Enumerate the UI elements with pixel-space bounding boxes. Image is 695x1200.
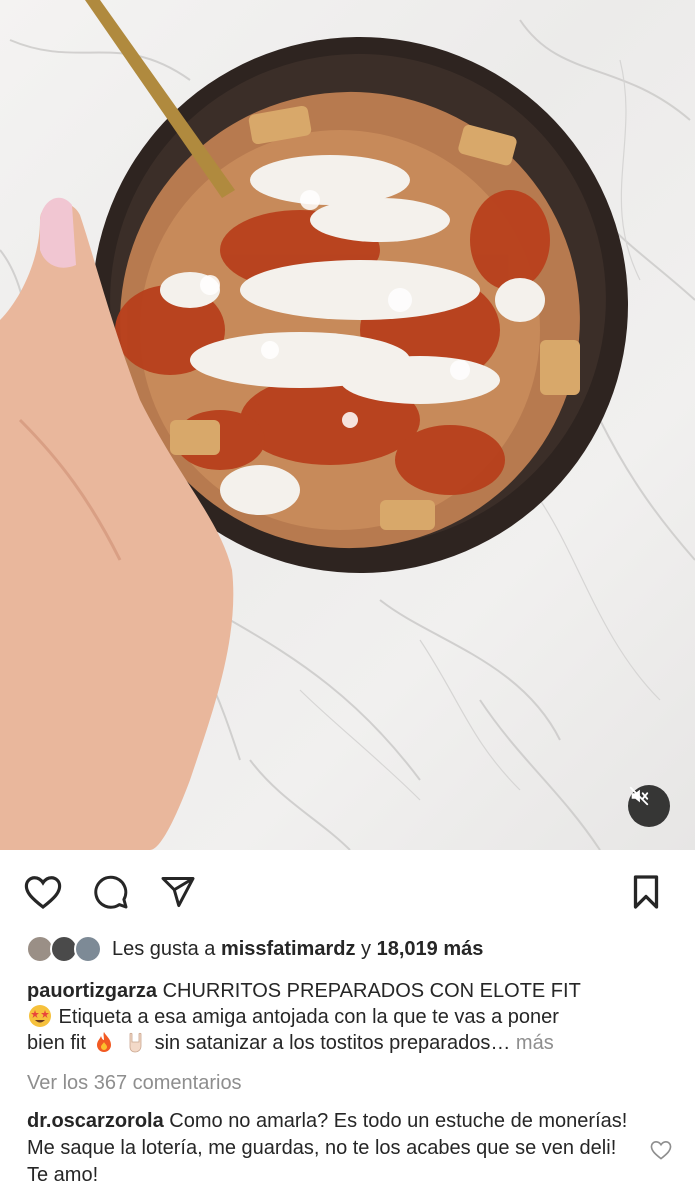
send-icon — [161, 877, 195, 907]
heart-icon — [650, 1140, 672, 1160]
comment-like-button[interactable] — [650, 1140, 672, 1160]
view-comments-link[interactable]: Ver los 367 comentarios — [27, 1070, 242, 1096]
save-button[interactable] — [626, 872, 666, 912]
speaker-muted-icon — [629, 786, 649, 806]
rock-on-hand-emoji-icon — [129, 1032, 142, 1053]
caption-username[interactable]: pauortizgarza — [27, 980, 157, 1002]
avatar — [74, 935, 102, 963]
caption-more-link[interactable]: más — [516, 1032, 554, 1054]
comment-username[interactable]: dr.oscarzorola — [27, 1110, 164, 1132]
post-actions — [0, 866, 695, 918]
liker-username[interactable]: missfatimardz — [221, 938, 356, 960]
post-caption: pauortizgarza CHURRITOS PREPARADOS CON E… — [27, 978, 677, 1056]
post-media[interactable] — [0, 0, 695, 850]
comment-item: dr.oscarzorola Como no amarla? Es todo u… — [27, 1108, 637, 1189]
bookmark-icon — [633, 875, 659, 909]
caption-line-3b: sin satanizar a los tostitos preparados… — [149, 1032, 511, 1054]
comment-button[interactable] — [91, 872, 131, 912]
caption-line-3a: bien fit — [27, 1032, 92, 1054]
likes-row: Les gusta a missfatimardz y 18,019 más — [26, 932, 483, 966]
likes-count[interactable]: 18,019 más — [377, 938, 484, 960]
likes-prefix: Les gusta a — [112, 938, 221, 960]
caption-line-2: Etiqueta a esa amiga antojada con la que… — [53, 1006, 559, 1028]
caption-title: CHURRITOS PREPARADOS CON ELOTE FIT — [162, 980, 581, 1002]
share-button[interactable] — [158, 872, 198, 912]
fire-emoji-icon — [97, 1032, 112, 1052]
likes-connector: y — [355, 938, 377, 960]
likes-summary[interactable]: Les gusta a missfatimardz y 18,019 más — [112, 937, 483, 961]
star-struck-emoji-icon — [29, 1005, 51, 1027]
liker-avatars — [26, 933, 104, 965]
heart-icon — [24, 876, 62, 910]
comment-icon — [94, 875, 128, 909]
mute-button[interactable] — [628, 785, 670, 827]
food-photo — [0, 0, 695, 850]
like-button[interactable] — [23, 872, 63, 912]
